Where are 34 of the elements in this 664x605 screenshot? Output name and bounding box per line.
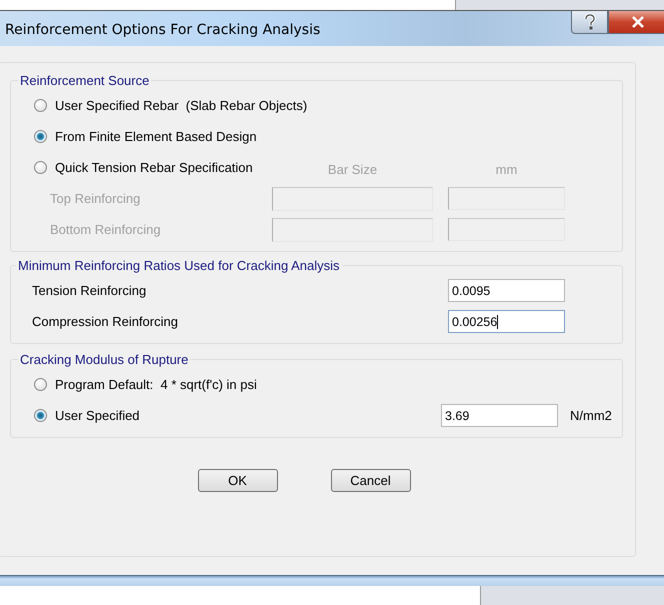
radio-label[interactable]: Quick Tension Rebar Specification — [55, 160, 253, 175]
unit-label: N/mm2 — [570, 408, 613, 423]
input-field[interactable]: 0.0095 — [448, 279, 565, 302]
close-icon — [631, 16, 645, 28]
radio-button[interactable] — [34, 409, 47, 422]
group-title: Minimum Reinforcing Ratios Used for Cracking Analysis — [17, 258, 341, 273]
window-title: Reinforcement Options For Cracking Analysis — [4, 22, 320, 38]
help-button[interactable] — [571, 11, 608, 34]
radio-label[interactable]: User Specified — [55, 408, 140, 423]
close-button[interactable] — [608, 11, 664, 34]
field-label: Compression Reinforcing — [32, 314, 179, 329]
column-header: Bar Size — [326, 162, 378, 177]
radio-label[interactable]: Program Default: 4 * sqrt(f'c) in psi — [55, 377, 257, 392]
field-label: Tension Reinforcing — [32, 283, 148, 298]
radio-label[interactable]: From Finite Element Based Design — [55, 129, 257, 144]
field-label: Top Reinforcing — [50, 191, 142, 206]
radio-button[interactable] — [34, 130, 47, 143]
radio-button[interactable] — [34, 99, 47, 112]
radio-button[interactable] — [34, 378, 47, 391]
column-header: mm — [494, 162, 518, 177]
dialog-button[interactable]: Cancel — [330, 469, 410, 492]
bar-size-field[interactable] — [272, 186, 433, 210]
radio-label[interactable]: User Specified Rebar (Slab Rebar Objects) — [55, 98, 308, 113]
mm-field[interactable] — [448, 218, 565, 241]
group-title: Cracking Modulus of Rupture — [19, 352, 190, 367]
input-field[interactable]: 0.00256 — [448, 310, 565, 333]
input-field[interactable]: 3.69 — [441, 404, 558, 427]
help-icon — [584, 14, 596, 30]
field-label: Bottom Reinforcing — [50, 222, 162, 237]
mm-field[interactable] — [448, 187, 565, 210]
radio-button[interactable] — [34, 161, 47, 174]
dialog-button[interactable]: OK — [198, 469, 278, 492]
bar-size-field[interactable] — [272, 218, 433, 242]
group-title: Reinforcement Source — [19, 73, 150, 88]
